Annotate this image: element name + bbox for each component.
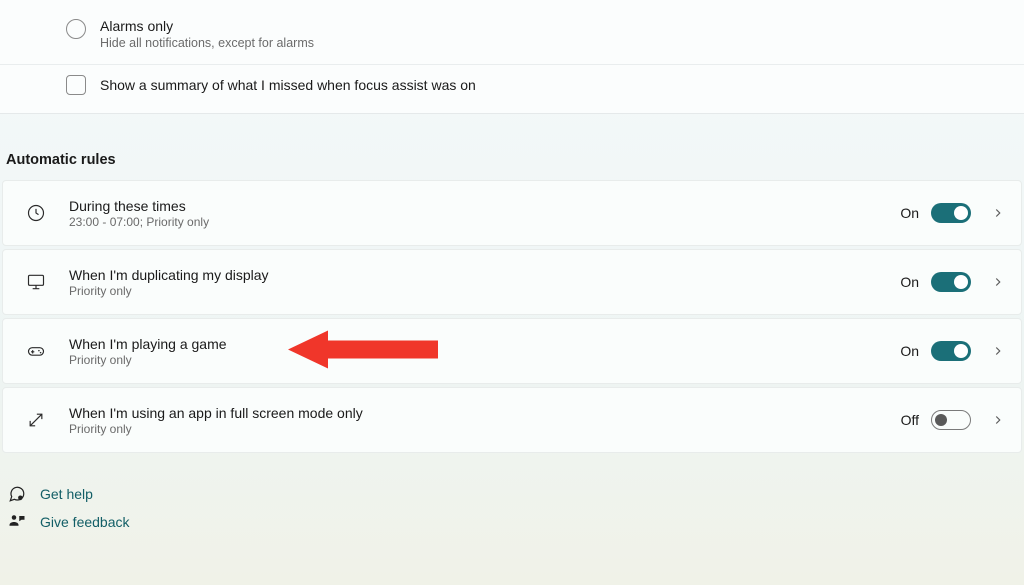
automatic-rules-heading: Automatic rules (0, 114, 1024, 180)
toggle-state-label: On (900, 343, 919, 359)
rule-text: When I'm using an app in full screen mod… (69, 405, 901, 436)
chevron-right-icon[interactable] (989, 204, 1007, 222)
radio-description: Hide all notifications, except for alarm… (100, 36, 314, 50)
rule-text: When I'm duplicating my displayPriority … (69, 267, 900, 298)
footer-links: ? Get help Give feedback (0, 453, 1024, 531)
toggle-state-label: On (900, 205, 919, 221)
chevron-right-icon[interactable] (989, 273, 1007, 291)
give-feedback-label: Give feedback (40, 514, 130, 530)
radio-label: Alarms only (100, 18, 314, 34)
monitor-icon (25, 271, 47, 293)
rule-subtitle: 23:00 - 07:00; Priority only (69, 215, 900, 229)
rule-title: During these times (69, 198, 900, 214)
toggle-switch[interactable] (931, 272, 971, 292)
focus-mode-section: Alarms only Hide all notifications, exce… (0, 0, 1024, 114)
fullscreen-icon (25, 409, 47, 431)
rule-title: When I'm duplicating my display (69, 267, 900, 283)
get-help-link[interactable]: ? Get help (8, 485, 1024, 503)
help-icon: ? (8, 485, 26, 503)
radio-icon (66, 19, 86, 39)
toggle-state-label: Off (901, 412, 919, 428)
rule-row[interactable]: During these times23:00 - 07:00; Priorit… (2, 180, 1022, 246)
clock-icon (25, 202, 47, 224)
give-feedback-link[interactable]: Give feedback (8, 513, 1024, 531)
rule-row[interactable]: When I'm using an app in full screen mod… (2, 387, 1022, 453)
toggle-switch[interactable] (931, 203, 971, 223)
rule-text: When I'm playing a gamePriority only (69, 336, 900, 367)
rule-title: When I'm using an app in full screen mod… (69, 405, 901, 421)
rule-row[interactable]: When I'm duplicating my displayPriority … (2, 249, 1022, 315)
rule-subtitle: Priority only (69, 422, 901, 436)
summary-checkbox-row[interactable]: Show a summary of what I missed when foc… (0, 64, 1024, 113)
toggle-state-label: On (900, 274, 919, 290)
rule-subtitle: Priority only (69, 353, 900, 367)
svg-text:?: ? (19, 496, 21, 500)
chevron-right-icon[interactable] (989, 411, 1007, 429)
rule-text: During these times23:00 - 07:00; Priorit… (69, 198, 900, 229)
rule-row[interactable]: When I'm playing a gamePriority onlyOn (2, 318, 1022, 384)
get-help-label: Get help (40, 486, 93, 502)
radio-text-group: Alarms only Hide all notifications, exce… (100, 18, 314, 50)
radio-alarms-only[interactable]: Alarms only Hide all notifications, exce… (0, 0, 1024, 64)
checkbox-icon (66, 75, 86, 95)
rule-controls: Off (901, 410, 1007, 430)
rule-controls: On (900, 341, 1007, 361)
rules-list: During these times23:00 - 07:00; Priorit… (0, 180, 1024, 453)
toggle-switch[interactable] (931, 410, 971, 430)
rule-controls: On (900, 272, 1007, 292)
rule-title: When I'm playing a game (69, 336, 900, 352)
feedback-icon (8, 513, 26, 531)
chevron-right-icon[interactable] (989, 342, 1007, 360)
toggle-switch[interactable] (931, 341, 971, 361)
rule-subtitle: Priority only (69, 284, 900, 298)
gamepad-icon (25, 340, 47, 362)
rule-controls: On (900, 203, 1007, 223)
checkbox-label: Show a summary of what I missed when foc… (100, 77, 476, 93)
